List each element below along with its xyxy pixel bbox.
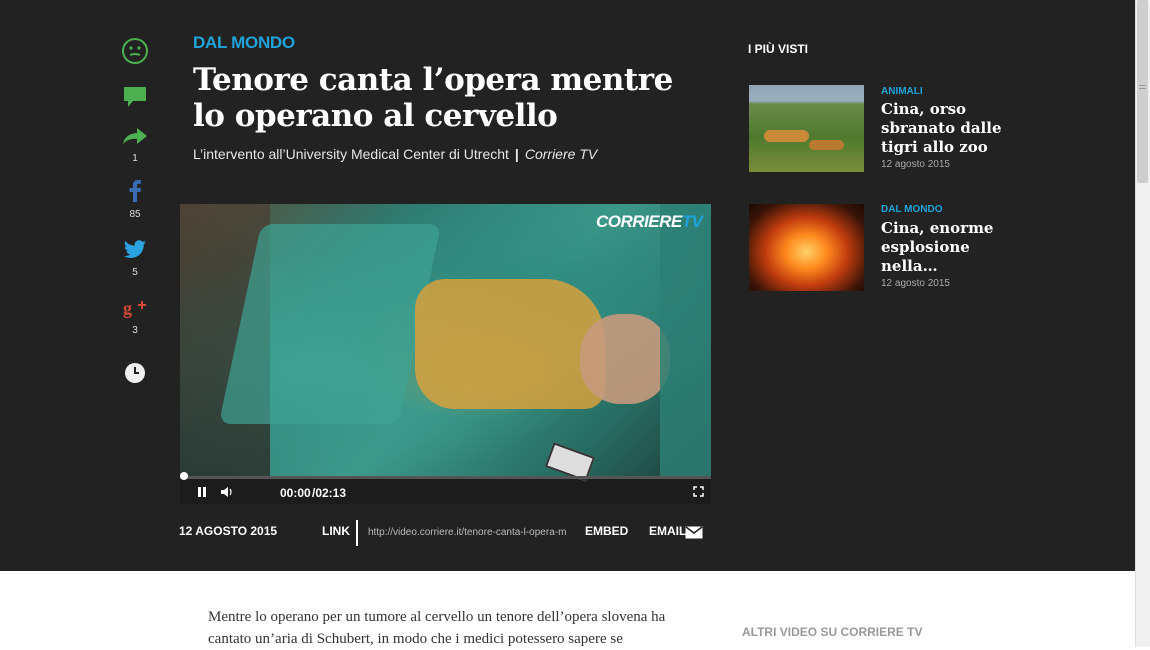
subtitle-separator: | [514, 146, 519, 162]
subtitle-text: L’intervento all’University Medical Cent… [193, 146, 509, 162]
card-title[interactable]: Cina, enorme esplosione nella… [881, 219, 1031, 276]
video-duration: /02:13 [312, 486, 347, 500]
section-label[interactable]: DAL MONDO [193, 33, 295, 53]
comment-icon [124, 87, 146, 107]
card-date: 12 agosto 2015 [881, 159, 950, 170]
envelope-icon [685, 526, 703, 539]
facebook-share-button[interactable]: 85 [120, 180, 150, 220]
article-source[interactable]: Corriere TV [525, 146, 597, 162]
googleplus-share-button[interactable]: g 3 [120, 298, 150, 336]
share-arrow-icon [123, 128, 147, 144]
article-headline: Tenore canta l’opera mentre lo operano a… [193, 62, 673, 134]
video-frame[interactable]: CORRIERETV [180, 204, 711, 482]
thumbnail-tigers[interactable] [749, 85, 864, 172]
video-scene-drape [660, 204, 711, 477]
thumbnail-tiger-shape [809, 140, 844, 150]
video-progress-handle[interactable] [180, 472, 188, 480]
card-title[interactable]: Cina, orso sbranato dalle tigri allo zoo [881, 100, 1031, 157]
video-scene-patient [415, 279, 605, 409]
comment-button[interactable] [120, 86, 150, 113]
svg-text:g: g [123, 298, 132, 318]
volume-icon[interactable] [220, 486, 234, 498]
video-link-url[interactable]: http://video.corriere.it/tenore-canta-l-… [368, 527, 568, 538]
card-date: 12 agosto 2015 [881, 278, 950, 289]
pause-icon[interactable] [197, 486, 207, 498]
share-button[interactable]: 1 [120, 126, 150, 164]
facebook-count: 85 [129, 209, 141, 220]
googleplus-icon: g [123, 298, 146, 318]
facebook-icon [129, 180, 141, 202]
corriere-tv-watermark: CORRIERETV [596, 212, 703, 231]
email-button[interactable]: EMAIL [649, 524, 703, 544]
video-current-time: 00:00 [280, 486, 311, 500]
scroll-grip [1139, 85, 1146, 86]
article-subtitle: L’intervento all’University Medical Cent… [193, 146, 597, 162]
googleplus-count: 3 [132, 325, 138, 336]
share-count: 1 [132, 153, 138, 164]
card-category[interactable]: ANIMALI [881, 86, 923, 97]
twitter-share-button[interactable]: 5 [120, 240, 150, 278]
video-scene-face [580, 314, 670, 404]
twitter-count: 5 [132, 267, 138, 278]
video-controls: 00:00 /02:13 [180, 480, 711, 504]
thumbnail-explosion[interactable] [749, 204, 864, 291]
scrollbar-thumb[interactable] [1137, 0, 1148, 183]
more-videos-title: ALTRI VIDEO SU CORRIERE TV [742, 625, 923, 639]
card-category[interactable]: DAL MONDO [881, 204, 942, 215]
email-label: EMAIL [649, 524, 687, 538]
link-label[interactable]: LINK [322, 524, 350, 544]
video-player[interactable]: CORRIERETV 00:00 /02:13 [180, 204, 711, 504]
face-icon [122, 38, 148, 64]
video-progress-bar[interactable] [180, 476, 711, 479]
clock-icon [125, 363, 145, 383]
link-divider [356, 520, 358, 546]
mood-button[interactable] [120, 37, 150, 70]
thumbnail-tiger-shape [764, 130, 809, 142]
article-body: Mentre lo operano per un tumore al cerve… [208, 609, 666, 647]
article-date: 12 AGOSTO 2015 [179, 524, 278, 538]
scroll-grip [1139, 88, 1146, 89]
watch-later-button[interactable] [120, 362, 150, 389]
fullscreen-icon[interactable] [693, 486, 704, 497]
twitter-icon [123, 240, 146, 258]
most-viewed-title: I PIÙ VISTI [748, 42, 809, 56]
embed-button[interactable]: EMBED [585, 524, 628, 544]
